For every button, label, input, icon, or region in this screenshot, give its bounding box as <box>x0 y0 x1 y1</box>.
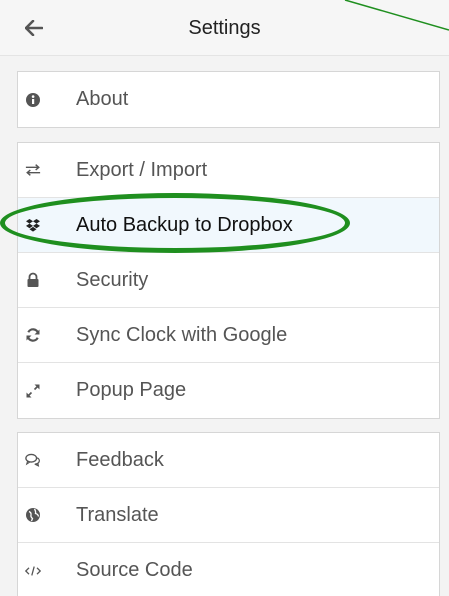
menu-item-label: Translate <box>76 503 159 526</box>
comments-icon <box>25 452 41 468</box>
menu-item-auto-backup-dropbox[interactable]: Auto Backup to Dropbox <box>18 198 439 253</box>
page-title: Settings <box>188 17 261 39</box>
menu-item-label: Security <box>76 268 149 291</box>
menu-item-about[interactable]: About <box>18 72 439 127</box>
menu-item-label: Popup Page <box>76 379 187 401</box>
menu-item-feedback[interactable]: Feedback <box>18 433 439 488</box>
menu-item-label: Export / Import <box>76 158 208 181</box>
menu-item-sync-clock[interactable]: Sync Clock with Google <box>18 308 439 363</box>
settings-group-community: Feedback Translate Source Code <box>17 432 440 596</box>
menu-item-label: About <box>76 88 129 110</box>
menu-item-label: Sync Clock with Google <box>76 323 288 346</box>
menu-item-popup-page[interactable]: Popup Page <box>18 363 439 418</box>
expand-icon <box>25 383 41 399</box>
menu-item-label: Feedback <box>76 448 164 471</box>
menu-item-security[interactable]: Security <box>18 253 439 308</box>
dropbox-icon <box>25 217 41 233</box>
header-bar: Settings <box>0 0 449 56</box>
settings-group-info: About <box>17 71 440 128</box>
menu-item-label: Auto Backup to Dropbox <box>76 213 293 236</box>
code-icon <box>25 563 41 579</box>
exchange-icon <box>25 162 41 178</box>
menu-item-translate[interactable]: Translate <box>18 488 439 543</box>
settings-group-data: Export / Import Auto Backup to Dropbox S… <box>17 142 440 419</box>
info-circle-icon <box>25 92 41 108</box>
menu-item-label: Source Code <box>76 559 193 581</box>
menu-item-export-import[interactable]: Export / Import <box>18 143 439 198</box>
refresh-icon <box>25 327 41 343</box>
menu-item-source-code[interactable]: Source Code <box>18 543 439 596</box>
settings-content: About Export / Import Auto Backup to Dro… <box>0 56 449 596</box>
lock-icon <box>25 272 41 288</box>
globe-icon <box>25 507 41 523</box>
